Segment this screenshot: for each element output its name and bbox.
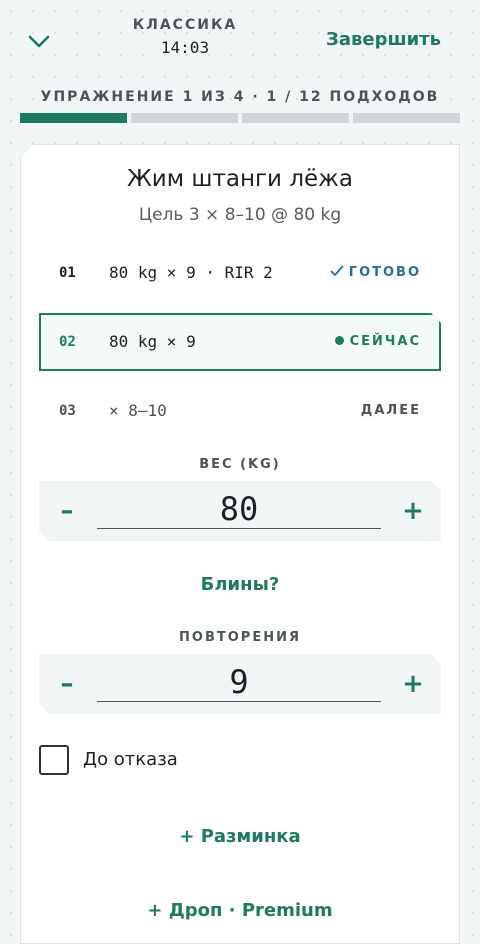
weight-input[interactable]: 80 xyxy=(97,489,381,529)
plates-link[interactable]: Блины? xyxy=(20,574,460,595)
set-status-label: СЕЙЧАС xyxy=(349,334,421,349)
finish-button[interactable]: Завершить xyxy=(326,29,441,50)
progress-bar xyxy=(20,113,460,123)
set-status-next: ДАЛЕЕ xyxy=(360,403,421,418)
add-warmup-button[interactable]: + Разминка xyxy=(20,826,460,847)
workout-mode: КЛАССИКА xyxy=(132,17,238,33)
set-details: 80 kg × 9 xyxy=(109,332,196,351)
reps-stepper: – 9 + xyxy=(39,654,441,714)
weight-minus-button[interactable]: – xyxy=(39,481,95,541)
set-status-label: ГОТОВО xyxy=(348,265,421,280)
weight-stepper: – 80 + xyxy=(39,481,441,541)
set-status-done: ГОТОВО xyxy=(330,244,421,302)
exercise-goal: Цель 3 × 8–10 @ 80 kg xyxy=(138,205,342,225)
exercise-title: Жим штанги лёжа xyxy=(127,166,353,192)
top-bar: КЛАССИКА 14:03 Завершить xyxy=(0,0,480,80)
set-row-1[interactable]: 01 80 kg × 9 · RIR 2 ГОТОВО xyxy=(39,244,441,302)
progress-segment-4 xyxy=(353,113,460,123)
dot-icon xyxy=(335,336,344,345)
set-row-2[interactable]: 02 80 kg × 9 СЕЙЧАС xyxy=(39,313,441,371)
workout-timer: 14:03 xyxy=(160,38,210,57)
progress-segment-1 xyxy=(20,113,127,123)
progress-label: УПРАЖНЕНИЕ 1 ИЗ 4 · 1 / 12 ПОДХОДОВ xyxy=(40,89,440,105)
set-number: 03 xyxy=(59,403,76,419)
reps-minus-button[interactable]: – xyxy=(39,654,95,714)
set-row-3[interactable]: 03 × 8–10 ДАЛЕЕ xyxy=(39,382,441,440)
set-details: 80 kg × 9 · RIR 2 xyxy=(109,263,273,282)
exercise-card: Жим штанги лёжа Цель 3 × 8–10 @ 80 kg 01… xyxy=(20,144,460,944)
add-dropset-button[interactable]: + Дроп · Premium xyxy=(20,900,460,921)
reps-label: ПОВТОРЕНИЯ xyxy=(179,630,301,645)
weight-label: ВЕС (KG) xyxy=(199,457,281,472)
set-details: × 8–10 xyxy=(109,401,167,420)
to-failure-label: До отказа xyxy=(83,749,178,770)
set-number: 01 xyxy=(59,265,76,281)
set-number: 02 xyxy=(59,334,76,350)
check-icon xyxy=(330,265,344,276)
progress-segment-2 xyxy=(131,113,238,123)
weight-plus-button[interactable]: + xyxy=(385,481,441,541)
to-failure-checkbox[interactable] xyxy=(39,745,69,775)
progress-segment-3 xyxy=(242,113,349,123)
reps-plus-button[interactable]: + xyxy=(385,654,441,714)
reps-input[interactable]: 9 xyxy=(97,662,381,702)
set-status-current: СЕЙЧАС xyxy=(335,315,421,369)
